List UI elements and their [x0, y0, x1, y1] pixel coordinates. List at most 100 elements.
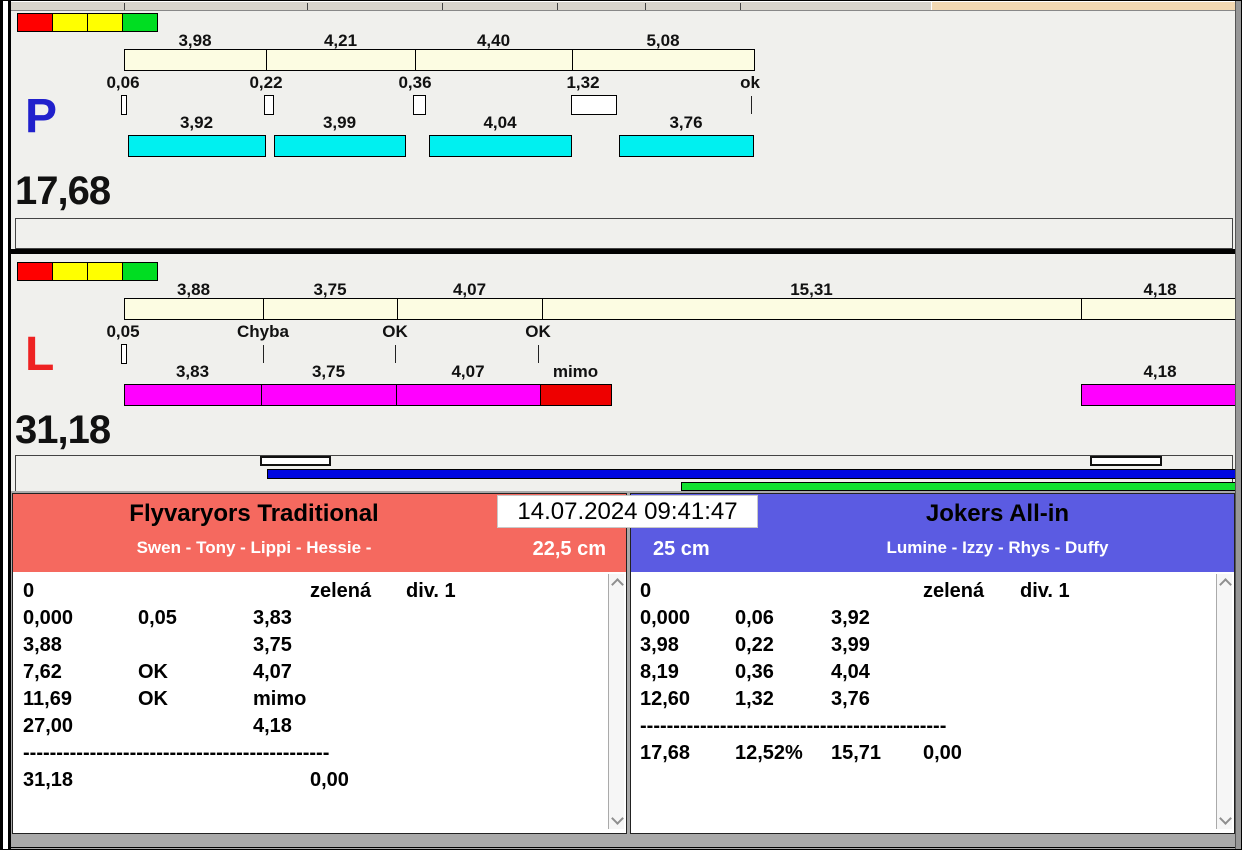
gap-label: Chyba: [237, 322, 289, 341]
run-time-label: 4,07: [451, 362, 485, 381]
table-row: 0 zelená div. 1: [631, 578, 1214, 605]
window-frame-left: [1, 1, 11, 849]
lane-p-letter: P: [25, 90, 58, 143]
gap-box: [413, 95, 426, 115]
table-cell: 0,06: [735, 607, 774, 629]
strip-tick: [442, 3, 443, 10]
scroll-down-icon[interactable]: [611, 812, 624, 825]
run-time-label: 3,92: [179, 113, 214, 132]
table-cell: OK: [138, 661, 168, 683]
table-cell: 31,18: [23, 769, 74, 791]
start-lights-l: [17, 262, 158, 281]
run-bar: [1081, 384, 1240, 406]
table-cell: 0,05: [138, 607, 177, 629]
split-segment: [572, 49, 755, 71]
results-table-left[interactable]: 0 zelená div. 1 0,000 0,05 3,83 3,88 3,75 7,62 OK…: [13, 578, 606, 829]
team-panel-right: Jokers All-in Lumine - Izzy - Rhys - Duf…: [630, 493, 1235, 834]
start-light: [17, 262, 53, 281]
strip-tick: [557, 3, 558, 10]
table-cell: div. 1: [406, 580, 456, 602]
table-cell: 8,19: [640, 661, 679, 683]
split-time-label: 4,40: [476, 31, 511, 50]
split-segment: [1081, 298, 1240, 320]
lap-marker-box: [260, 456, 331, 466]
split-segment: [124, 49, 267, 71]
gap-tick: [395, 345, 396, 363]
gap-label: 1,32: [566, 73, 600, 92]
table-cell: mimo: [253, 688, 307, 710]
green-progress-bar: [681, 482, 1239, 491]
table-row: 3,98 0,22 3,99: [631, 632, 1214, 659]
team-name: Flyvaryors Traditional: [129, 500, 379, 527]
start-light: [17, 13, 53, 32]
table-cell: 0,00: [310, 769, 349, 791]
run-time-label: 4,04: [483, 113, 517, 132]
table-row: 0,000 0,05 3,83: [13, 605, 606, 632]
table-row: 11,69 OK mimo: [13, 686, 606, 713]
scrollbar-left[interactable]: [608, 574, 624, 829]
gap-box: [264, 95, 274, 115]
split-time-label: 4,21: [323, 31, 358, 50]
table-cell: 3,92: [831, 607, 870, 629]
gap-label: 0,05: [106, 322, 140, 341]
run-bar: [261, 384, 397, 406]
table-cell: 3,76: [831, 688, 870, 710]
gap-box: [571, 95, 617, 115]
strip-tick: [645, 3, 646, 10]
table-cell: 12,60: [640, 688, 691, 710]
start-light: [87, 262, 123, 281]
table-cell: 4,04: [831, 661, 870, 683]
table-cell: 4,07: [253, 661, 292, 683]
lane-p-footer-box: [15, 218, 1233, 249]
table-cell: 17,68: [640, 742, 691, 764]
gap-label: OK: [382, 322, 408, 341]
split-segment: [124, 298, 264, 320]
run-bar: [619, 135, 754, 157]
scrollbar-right[interactable]: [1216, 574, 1232, 829]
run-time-label: 3,76: [669, 113, 703, 132]
table-row: 8,19 0,36 4,04: [631, 659, 1214, 686]
split-time-label: 15,31: [790, 280, 833, 299]
results-table-right[interactable]: 0 zelená div. 1 0,00 0 0,06 3,92 3,98 0,22 3,99 8,…: [631, 578, 1214, 829]
table-row: ----------------------------------------…: [631, 713, 1214, 740]
table-cell: 0,00: [923, 742, 962, 764]
scroll-up-icon[interactable]: [611, 578, 624, 591]
table-cell: 11,69: [23, 688, 72, 710]
split-time-label: 3,75: [313, 280, 347, 299]
flyball-timing-window: P 3,98 4,21 4,40 5,08 0,06 0,22 0,36 1,32 ok 3,…: [0, 0, 1242, 850]
start-light: [122, 262, 158, 281]
gap-label: 0,06: [106, 73, 140, 92]
team-members: Swen - Tony - Lippi - Hessie -: [136, 538, 372, 557]
table-row: 17,68 12,52% 15,71 0,00: [631, 740, 1214, 767]
table-cell: 27,00: [23, 715, 74, 737]
strip-tick: [740, 3, 741, 10]
gap-tick: [751, 96, 752, 114]
table-cell: 0: [640, 580, 652, 602]
split-segment: [397, 298, 543, 320]
blue-progress-bar: [267, 469, 1239, 479]
gap-tick: [263, 345, 264, 363]
run-time-label: 3,75: [311, 362, 346, 381]
run-time-label: mimo: [552, 362, 599, 381]
jump-height: 22,5 cm: [532, 538, 606, 560]
table-cell: 3,88: [23, 634, 62, 656]
scroll-up-icon[interactable]: [1219, 578, 1232, 591]
table-row: 31,18 0,00: [13, 767, 606, 794]
table-cell: 15,71: [831, 742, 882, 764]
run-time-label: 3,83: [175, 362, 210, 381]
split-segment: [263, 298, 398, 320]
lane-divider: [11, 249, 1235, 254]
scroll-down-icon[interactable]: [1219, 812, 1232, 825]
team-name: Jokers All-in: [925, 500, 1070, 527]
split-segment: [542, 298, 1082, 320]
gap-label: ok: [740, 73, 760, 92]
table-cell: 7,62: [23, 661, 62, 683]
run-bar: [274, 135, 406, 157]
lap-marker-box: [1090, 456, 1162, 466]
split-time-label: 4,07: [452, 280, 487, 299]
results-zone: Flyvaryors Traditional Swen - Tony - Lip…: [11, 491, 1237, 849]
start-light: [52, 13, 88, 32]
split-segment: [415, 49, 573, 71]
table-cell: OK: [138, 688, 168, 710]
lane-p-total-time: 17,68: [15, 169, 111, 213]
